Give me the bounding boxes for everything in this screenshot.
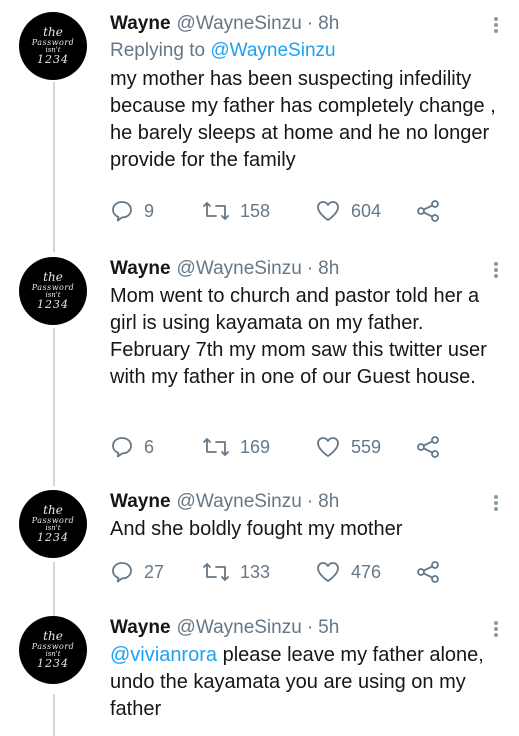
retweet-button[interactable]: 133 [202, 560, 270, 584]
reply-button[interactable]: 6 [110, 435, 154, 459]
avatar[interactable]: the Password isn't 1234 [19, 12, 87, 80]
reply-button[interactable]: 27 [110, 560, 164, 584]
like-count: 559 [351, 436, 382, 457]
timestamp[interactable]: 8h [318, 490, 339, 514]
more-options-icon[interactable] [487, 492, 505, 514]
tweet-content: Wayne @WayneSinzu · 5h @vivianrora pleas… [110, 616, 505, 723]
replying-to: Replying to @WayneSinzu [110, 38, 505, 64]
heart-icon [317, 562, 339, 582]
share-icon [417, 200, 439, 222]
tweet-text: Mom went to church and pastor told her a… [110, 285, 487, 388]
avatar-text: 1234 [37, 531, 69, 545]
retweet-count: 133 [240, 561, 271, 582]
retweet-icon [203, 202, 229, 220]
reply-icon [112, 201, 132, 222]
retweet-button[interactable]: 158 [202, 199, 270, 223]
heart-icon [317, 201, 339, 221]
share-button[interactable] [416, 560, 440, 584]
retweet-count: 169 [240, 436, 271, 457]
avatar-text: the [43, 25, 63, 40]
like-button[interactable]: 476 [315, 560, 381, 584]
thread-line [53, 328, 55, 486]
share-button[interactable] [416, 435, 440, 459]
tweet-actions: 27 133 476 [110, 560, 505, 586]
avatar[interactable]: the Password isn't 1234 [19, 490, 87, 558]
avatar[interactable]: the Password isn't 1234 [19, 257, 87, 325]
more-options-icon[interactable] [487, 618, 505, 640]
tweet-header: Wayne @WayneSinzu · 8h [110, 12, 505, 36]
retweet-count: 158 [240, 200, 271, 221]
tweet-header: Wayne @WayneSinzu · 5h [110, 616, 505, 640]
timestamp[interactable]: 8h [318, 12, 339, 36]
like-count: 476 [351, 561, 382, 582]
avatar[interactable]: the Password isn't 1234 [19, 616, 87, 684]
like-button[interactable]: 559 [315, 435, 381, 459]
user-handle[interactable]: @WayneSinzu [177, 12, 302, 36]
tweet-header: Wayne @WayneSinzu · 8h [110, 490, 505, 514]
more-options-icon[interactable] [487, 14, 505, 36]
heart-icon [317, 437, 339, 457]
retweet-button[interactable]: 169 [202, 435, 270, 459]
tweet-text: And she boldly fought my mother [110, 518, 403, 540]
mention-link[interactable]: @vivianrora [110, 644, 217, 666]
replying-to-label: Replying to [110, 40, 211, 61]
tweet-header: Wayne @WayneSinzu · 8h [110, 257, 505, 281]
timestamp[interactable]: 5h [318, 616, 339, 640]
share-icon [417, 436, 439, 458]
like-count: 604 [351, 200, 382, 221]
display-name[interactable]: Wayne [110, 490, 171, 514]
reply-count: 6 [144, 436, 155, 457]
display-name[interactable]: Wayne [110, 12, 171, 36]
thread-line [53, 694, 55, 736]
user-handle[interactable]: @WayneSinzu [177, 490, 302, 514]
tweet-content: Wayne @WayneSinzu · 8h Mom went to churc… [110, 257, 505, 391]
share-button[interactable] [416, 199, 440, 223]
tweet-content: Wayne @WayneSinzu · 8h And she boldly fo… [110, 490, 505, 543]
user-handle[interactable]: @WayneSinzu [177, 257, 302, 281]
avatar-text: 1234 [37, 657, 69, 671]
avatar-text: 1234 [37, 298, 69, 312]
separator-dot: · [306, 617, 314, 638]
tweet-text: my mother has been suspecting infedility… [110, 68, 496, 171]
reply-button[interactable]: 9 [110, 199, 154, 223]
reply-icon [112, 562, 132, 583]
retweet-icon [203, 563, 229, 581]
tweet-content: Wayne @WayneSinzu · 8h Replying to @Wayn… [110, 12, 505, 174]
share-icon [417, 561, 439, 583]
reply-icon [112, 437, 132, 458]
separator-dot: · [306, 13, 314, 34]
display-name[interactable]: Wayne [110, 257, 171, 281]
user-handle[interactable]: @WayneSinzu [177, 616, 302, 640]
avatar-text: the [43, 270, 63, 285]
reply-count: 27 [144, 561, 165, 582]
thread-line [53, 82, 55, 252]
thread-line [53, 562, 55, 617]
replying-to-handle[interactable]: @WayneSinzu [210, 40, 335, 61]
separator-dot: · [306, 258, 314, 279]
like-button[interactable]: 604 [315, 199, 381, 223]
avatar-text: the [43, 629, 63, 644]
more-options-icon[interactable] [487, 259, 505, 281]
separator-dot: · [306, 491, 314, 512]
avatar-text: the [43, 503, 63, 518]
timestamp[interactable]: 8h [318, 257, 339, 281]
tweet-actions: 6 169 559 [110, 435, 505, 461]
retweet-icon [203, 438, 229, 456]
display-name[interactable]: Wayne [110, 616, 171, 640]
tweet-actions: 9 158 604 [110, 199, 505, 225]
avatar-text: 1234 [37, 53, 69, 67]
tweet-text: @vivianrora please leave my father alone… [110, 642, 505, 723]
reply-count: 9 [144, 200, 155, 221]
